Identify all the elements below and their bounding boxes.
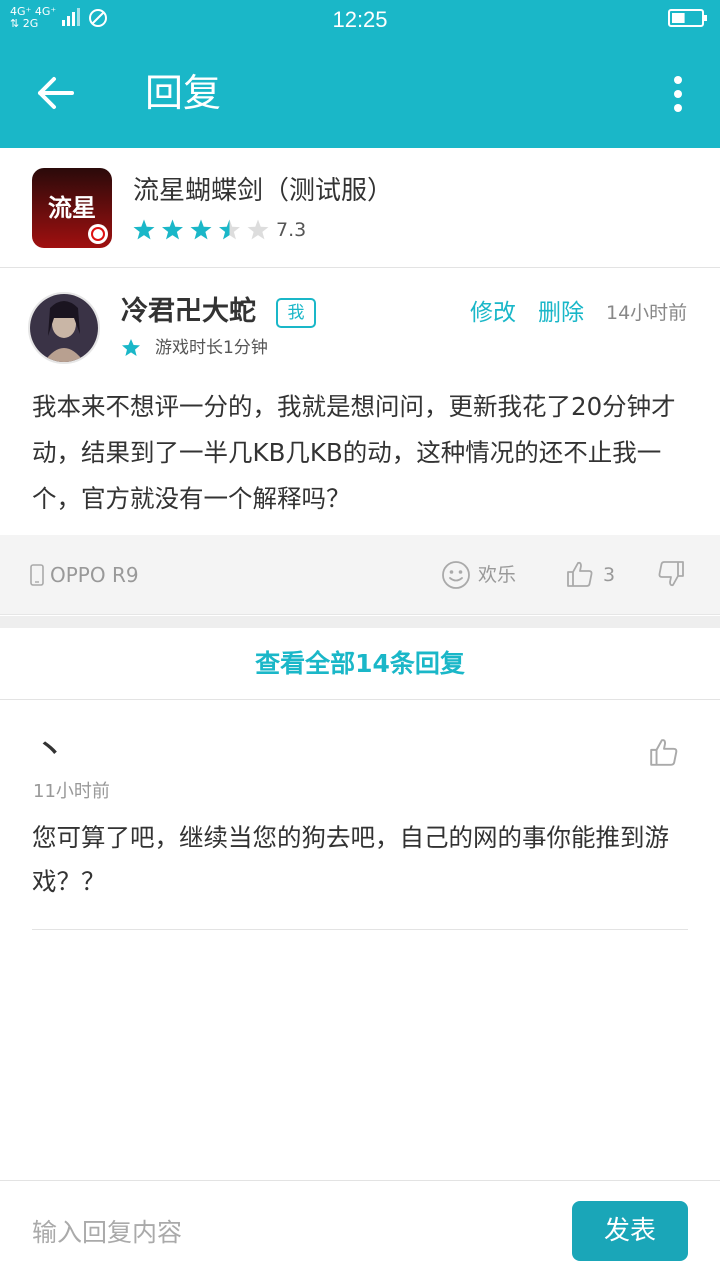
status-bar: 4G⁺ 4G⁺ ⇅ 2G 12:25	[0, 0, 720, 38]
like-count: 3	[603, 564, 616, 586]
rating-star-fill	[133, 219, 155, 240]
rating-star-fill	[162, 219, 183, 240]
more-options-icon[interactable]	[666, 72, 690, 116]
game-icon-text: 流星	[48, 193, 96, 222]
reply-time: 11小时前	[33, 781, 110, 802]
reply-thumbs-up-icon[interactable]	[648, 736, 680, 768]
phone-icon	[30, 564, 44, 586]
thumbs-down-icon[interactable]	[656, 559, 686, 589]
avatar[interactable]	[28, 292, 100, 364]
reply-item: 丶 11小时前 您可算了吧，继续当您的狗去吧，自己的网的事你能推到游戏？？	[0, 700, 720, 930]
send-button[interactable]: 发表	[572, 1201, 688, 1261]
thumbs-up-icon[interactable]	[565, 559, 595, 589]
app-bar: 回复	[0, 38, 720, 148]
smiley-icon[interactable]	[441, 560, 471, 590]
edit-button[interactable]: 修改	[470, 296, 516, 330]
reply-input[interactable]	[32, 1207, 552, 1257]
reply-divider	[32, 929, 688, 930]
view-all-replies-button[interactable]: 查看全部14条回复	[0, 628, 720, 700]
device-name: OPPO R9	[50, 563, 139, 587]
delete-button[interactable]: 删除	[538, 296, 584, 330]
comment-time: 14小时前	[606, 302, 688, 324]
game-name: 流星蝴蝶剑（测试服）	[133, 176, 394, 206]
section-divider	[0, 616, 720, 628]
battery-icon	[668, 9, 707, 27]
rating-star-fill	[190, 219, 212, 240]
clock: 12:25	[332, 7, 388, 32]
reply-username[interactable]: 丶	[36, 730, 64, 770]
game-score: 7.3	[276, 219, 307, 241]
back-arrow-icon[interactable]	[28, 68, 84, 118]
comment-action-bar: OPPO R9 欢乐 3	[0, 535, 720, 615]
game-icon[interactable]: 流星	[32, 168, 112, 248]
game-info[interactable]: 流星 流星蝴蝶剑（测试服） 7.3	[0, 148, 720, 268]
me-badge: 我	[276, 298, 316, 328]
reply-composer: 发表	[0, 1180, 720, 1280]
page-title: 回复	[145, 71, 222, 115]
comment-text: 我本来不想评一分的，我就是想问问，更新我花了20分钟才动，结果到了一半几KB几K…	[32, 392, 676, 513]
rating-stars	[133, 219, 269, 240]
reply-text: 您可算了吧，继续当您的狗去吧，自己的网的事你能推到游戏？？	[32, 823, 669, 896]
star-icon	[122, 339, 140, 356]
mood-label[interactable]: 欢乐	[478, 562, 516, 588]
comment-username[interactable]: 冷君卍大蛇	[121, 294, 256, 330]
rating-star	[247, 219, 269, 240]
playtime: 游戏时长1分钟	[155, 338, 268, 358]
